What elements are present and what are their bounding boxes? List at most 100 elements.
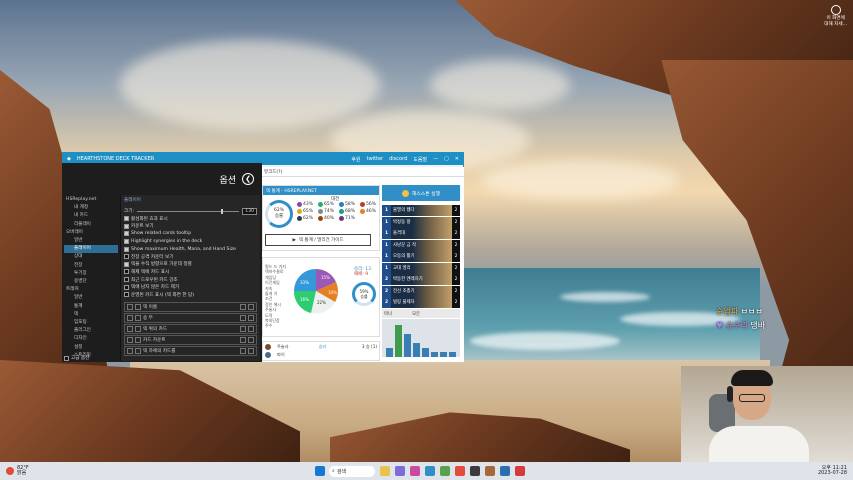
option-checkbox[interactable] xyxy=(124,246,129,252)
deck-card-row[interactable]: 1 돌격대 2 xyxy=(382,228,460,239)
options-tree-item[interactable]: 투기장 xyxy=(64,270,118,278)
move-down-button[interactable] xyxy=(248,325,254,332)
element-toggle-checkbox[interactable] xyxy=(127,347,133,354)
clock[interactable]: 오후 11:21 2023-07-28 xyxy=(818,465,853,477)
deck-tracker-taskbar-icon[interactable] xyxy=(499,466,510,476)
options-tree-item[interactable]: 일반 xyxy=(64,237,118,245)
close-button[interactable]: ✕ xyxy=(455,156,459,163)
move-down-button[interactable] xyxy=(248,303,254,310)
app-icon[interactable] xyxy=(394,466,405,476)
size-value-input[interactable]: 130 xyxy=(242,207,257,215)
app-icon[interactable] xyxy=(409,466,420,476)
option-checkbox-row[interactable]: 카운트 보기 xyxy=(124,223,257,231)
match-row[interactable]: 파이 xyxy=(263,352,379,358)
element-toggle-checkbox[interactable] xyxy=(127,325,133,332)
element-order-row[interactable]: 덱 하에의 카드를 xyxy=(124,345,257,356)
deck-card-row[interactable]: 2 전선 조총기 2 xyxy=(382,285,460,297)
app-icon[interactable] xyxy=(439,466,450,476)
move-down-button[interactable] xyxy=(248,314,254,321)
element-visibility-checkbox[interactable] xyxy=(135,347,141,354)
deck-card-row[interactable]: 2 빌링 풀제자 2 xyxy=(382,297,460,308)
launch-hearthstone-button[interactable]: 해스스톤 실행 xyxy=(382,185,460,201)
mulligan-guide-button[interactable]: ▶ 덱 통계 / 멀리건 가이드 xyxy=(265,234,371,246)
options-tree-item[interactable]: 전장 xyxy=(64,262,118,270)
app-icon[interactable] xyxy=(469,466,480,476)
option-checkbox[interactable] xyxy=(124,269,129,275)
element-visibility-checkbox[interactable] xyxy=(135,314,141,321)
options-tree-item[interactable]: 오버레이 xyxy=(64,229,118,237)
donate-link[interactable]: 후원 xyxy=(351,156,360,163)
deck-card-row[interactable]: 2 박동한 엔레자기 2 xyxy=(382,274,460,285)
option-checkbox[interactable] xyxy=(124,216,129,222)
element-order-row[interactable]: 승 무 xyxy=(124,312,257,323)
option-checkbox-row[interactable]: 활성화된 효과 표시 xyxy=(124,215,257,223)
discord-link[interactable]: discord xyxy=(389,156,407,163)
size-slider[interactable] xyxy=(137,208,240,214)
element-toggle-checkbox[interactable] xyxy=(127,303,133,310)
option-checkbox[interactable] xyxy=(124,277,129,283)
move-up-button[interactable] xyxy=(240,336,246,343)
taskbar-search[interactable]: ⌕ 검색 xyxy=(329,465,375,477)
options-tree-item[interactable]: 리플레이 xyxy=(64,221,118,229)
advanced-checkbox[interactable] xyxy=(64,355,69,361)
option-checkbox-row[interactable]: Show related cards tooltip xyxy=(124,230,257,238)
start-icon[interactable] xyxy=(314,466,325,476)
element-visibility-checkbox[interactable] xyxy=(135,303,141,310)
options-tree-item[interactable]: 용병단 xyxy=(64,278,118,286)
options-tree-item[interactable]: 디자인 xyxy=(64,335,118,343)
file-explorer-icon[interactable] xyxy=(379,466,390,476)
advanced-options-toggle[interactable]: 고급 옵션 xyxy=(64,355,89,361)
hearthstone-taskbar-icon[interactable] xyxy=(484,466,495,476)
move-down-button[interactable] xyxy=(248,347,254,354)
option-checkbox[interactable] xyxy=(124,223,129,229)
back-icon[interactable]: ❮ xyxy=(242,173,254,185)
move-up-button[interactable] xyxy=(240,303,246,310)
element-toggle-checkbox[interactable] xyxy=(127,336,133,343)
element-order-row[interactable]: 덱 위의 카드 xyxy=(124,323,257,334)
element-visibility-checkbox[interactable] xyxy=(135,325,141,332)
deck-card-row[interactable]: 1 오동의 활기 2 xyxy=(382,251,460,262)
address-bar[interactable]: 뷰크드(?) xyxy=(262,167,464,177)
curve-filter[interactable]: 마나 모든 xyxy=(382,309,460,318)
twitter-link[interactable]: twitter xyxy=(367,156,384,163)
deck-card-row[interactable]: 1 교대 영리 2 xyxy=(382,262,460,274)
match-row[interactable]: 주술사 승리 3 승 (1) xyxy=(263,342,379,352)
app-icon[interactable] xyxy=(514,466,525,476)
edge-icon[interactable] xyxy=(424,466,435,476)
options-tree-item[interactable]: 일반 xyxy=(64,294,118,302)
deck-card-row[interactable]: 1 박정동 팡2 xyxy=(382,216,460,228)
element-visibility-checkbox[interactable] xyxy=(135,336,141,343)
option-checkbox[interactable] xyxy=(124,231,129,237)
element-order-row[interactable]: 카드 카운트 xyxy=(124,334,257,345)
option-checkbox-row[interactable]: 해제 덱에 카드 표시 xyxy=(124,268,257,276)
option-checkbox-row[interactable]: 전장 공격 카운터 보기 xyxy=(124,253,257,261)
move-up-button[interactable] xyxy=(240,314,246,321)
option-checkbox[interactable] xyxy=(124,239,129,245)
deck-card-row[interactable]: 1 불멸의 웹다 2 xyxy=(382,205,460,216)
option-checkbox-row[interactable]: 덱을 수직 방향으로 가운데 정렬 xyxy=(124,261,257,269)
chrome-icon[interactable] xyxy=(454,466,465,476)
options-tree-item[interactable]: HSReplay.net xyxy=(64,196,118,204)
option-checkbox-row[interactable]: 덱에 남지 않은 카드 제거 xyxy=(124,283,257,291)
options-tree-item[interactable]: 내 계정 xyxy=(64,204,118,212)
move-down-button[interactable] xyxy=(248,336,254,343)
element-order-row[interactable]: 덱 이름 xyxy=(124,301,257,312)
options-tree-item[interactable]: 임포팅 xyxy=(64,319,118,327)
options-tree-item[interactable]: 트래커 xyxy=(64,286,118,294)
maximize-button[interactable]: ▢ xyxy=(444,156,449,163)
move-up-button[interactable] xyxy=(240,347,246,354)
deck-card-row[interactable]: 1 사냥꾼 금 작2 xyxy=(382,239,460,251)
move-up-button[interactable] xyxy=(240,325,246,332)
options-tree-item[interactable]: 통계 xyxy=(64,303,118,311)
option-checkbox-row[interactable]: 운영된 카드 표시 (덱 화면 한 답) xyxy=(124,291,257,299)
options-tree-item[interactable]: 덱 xyxy=(64,311,118,319)
options-tree-item[interactable]: 설정 xyxy=(64,344,118,352)
option-checkbox[interactable] xyxy=(124,292,129,298)
option-checkbox[interactable] xyxy=(124,261,129,267)
options-tree-item[interactable]: 내 카드 xyxy=(64,212,118,220)
options-tree-item[interactable]: 플레이어 xyxy=(64,245,118,254)
option-checkbox[interactable] xyxy=(124,284,129,290)
option-checkbox[interactable] xyxy=(124,254,129,260)
option-checkbox-row[interactable]: Highlight synergies in the deck xyxy=(124,238,257,246)
option-checkbox-row[interactable]: Show maximum Health, Mana, and Hand Size xyxy=(124,245,257,253)
